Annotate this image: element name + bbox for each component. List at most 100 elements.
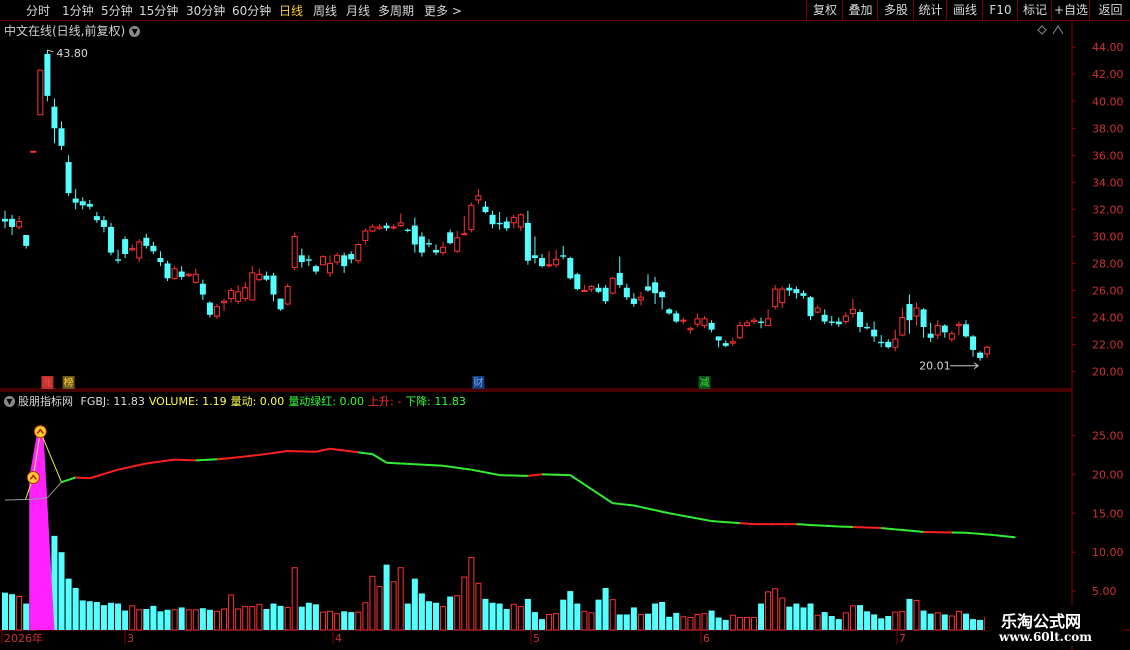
price-axis-label: 40.00 xyxy=(1092,95,1124,108)
candle-up xyxy=(934,325,941,336)
fgbj-line-segment xyxy=(690,516,698,520)
candle-up xyxy=(440,246,447,254)
candle-down xyxy=(199,283,206,295)
price-axis-label: 34.00 xyxy=(1092,176,1124,189)
candle-down xyxy=(835,321,842,325)
volume-bar-up xyxy=(362,602,369,631)
volume-bar-up xyxy=(814,614,821,631)
fgbj-line-segment xyxy=(697,517,705,521)
candle-down xyxy=(100,220,107,227)
candle-down xyxy=(941,325,948,333)
fgbj-line-segment xyxy=(238,455,246,459)
candle-up xyxy=(779,288,786,304)
candle-down xyxy=(418,236,425,253)
date-label: 7 xyxy=(899,632,906,645)
candle-down xyxy=(970,336,977,350)
date-label: 5 xyxy=(533,632,540,645)
fgbj-line-segment xyxy=(485,471,493,475)
candle-down xyxy=(503,221,510,229)
volume-bar-down xyxy=(652,603,659,630)
candle-down xyxy=(666,309,673,314)
fgbj-line-segment xyxy=(365,452,373,456)
volume-bar-down xyxy=(425,601,432,630)
volume-bar-up xyxy=(913,599,920,631)
volume-bar-up xyxy=(129,605,136,631)
fgbj-line-segment xyxy=(358,451,366,455)
candle-up xyxy=(892,338,899,348)
fgbj-line-segment xyxy=(739,522,748,525)
candle-up xyxy=(185,273,192,277)
volume-bar-up xyxy=(192,609,199,631)
fgbj-line-segment xyxy=(583,483,593,490)
candle-down xyxy=(630,298,637,304)
fgbj-line-segment xyxy=(669,512,677,516)
candle-up xyxy=(376,226,383,229)
volume-bar-down xyxy=(23,603,30,630)
volume-bar-up xyxy=(327,610,334,631)
event-marker-text: 榜 xyxy=(64,376,74,389)
candle-down xyxy=(9,218,16,227)
volume-bar-down xyxy=(496,603,503,630)
candle-down xyxy=(79,201,86,206)
chart-area[interactable]: 44.00 42.00 40.00 38.00 36.00 34.00 32.00 30.00… xyxy=(0,0,1130,650)
candle-down xyxy=(856,312,863,327)
volume-bar-up xyxy=(461,576,468,631)
fgbj-line-segment xyxy=(895,528,903,531)
candle-down xyxy=(524,222,531,261)
candle-down xyxy=(270,275,277,295)
volume-bar-up xyxy=(750,617,757,631)
volume-bar-down xyxy=(786,606,793,630)
fgbj-line-segment xyxy=(471,468,479,473)
volume-bar-up xyxy=(687,617,694,631)
candle-down xyxy=(72,198,79,203)
volume-bar-up xyxy=(892,611,899,631)
candle-down xyxy=(652,282,659,294)
candle-up xyxy=(743,322,750,327)
candle-down xyxy=(920,309,927,327)
volume-bar-down xyxy=(383,564,390,630)
price-axis-label: 22.00 xyxy=(1092,339,1124,352)
fgbj-line-segment xyxy=(315,449,324,453)
candle-down xyxy=(93,216,100,221)
volume-bar-down xyxy=(100,605,107,630)
volume-bar-up xyxy=(849,605,856,631)
fgbj-line-segment xyxy=(1001,534,1009,538)
volume-bar-down xyxy=(164,609,171,630)
volume-bar-down xyxy=(115,603,122,630)
volume-bar-down xyxy=(715,617,722,630)
volume-bar-down xyxy=(885,615,892,630)
volume-bar-up xyxy=(440,606,447,631)
up-arrow-icon xyxy=(1052,25,1064,35)
fgbj-line-segment xyxy=(450,465,458,469)
candle-down xyxy=(341,255,348,267)
candle-up xyxy=(390,226,397,229)
candle-down xyxy=(2,218,8,222)
price-axis-label: 36.00 xyxy=(1092,149,1124,162)
fgbj-line-segment xyxy=(457,466,465,470)
candle-down xyxy=(539,258,546,267)
candle-down xyxy=(433,249,440,253)
candle-down xyxy=(722,343,729,346)
volume-bar-up xyxy=(221,608,228,631)
volume-bar-up xyxy=(743,617,750,631)
date-label: 3 xyxy=(127,632,134,645)
volume-bar-up xyxy=(948,615,955,631)
fgbj-line-segment xyxy=(131,464,140,468)
candle-down xyxy=(51,106,58,129)
candle-up xyxy=(913,307,920,317)
volume-bar-down xyxy=(143,608,150,630)
volume-bar-down xyxy=(574,603,581,630)
fgbj-line-segment xyxy=(103,470,112,475)
candle-down xyxy=(489,214,496,225)
fgbj-line-segment xyxy=(590,488,600,495)
fgbj-line-segment xyxy=(61,478,69,484)
volume-bar-up xyxy=(256,603,263,631)
fgbj-line-segment xyxy=(273,451,281,454)
volume-bar-down xyxy=(9,594,16,630)
volume-bar-up xyxy=(390,581,397,631)
fgbj-line-segment xyxy=(96,473,105,478)
candle-down xyxy=(482,206,489,213)
volume-bar-up xyxy=(765,591,772,631)
candle-down xyxy=(206,302,213,315)
fgbj-line-segment xyxy=(442,464,451,468)
